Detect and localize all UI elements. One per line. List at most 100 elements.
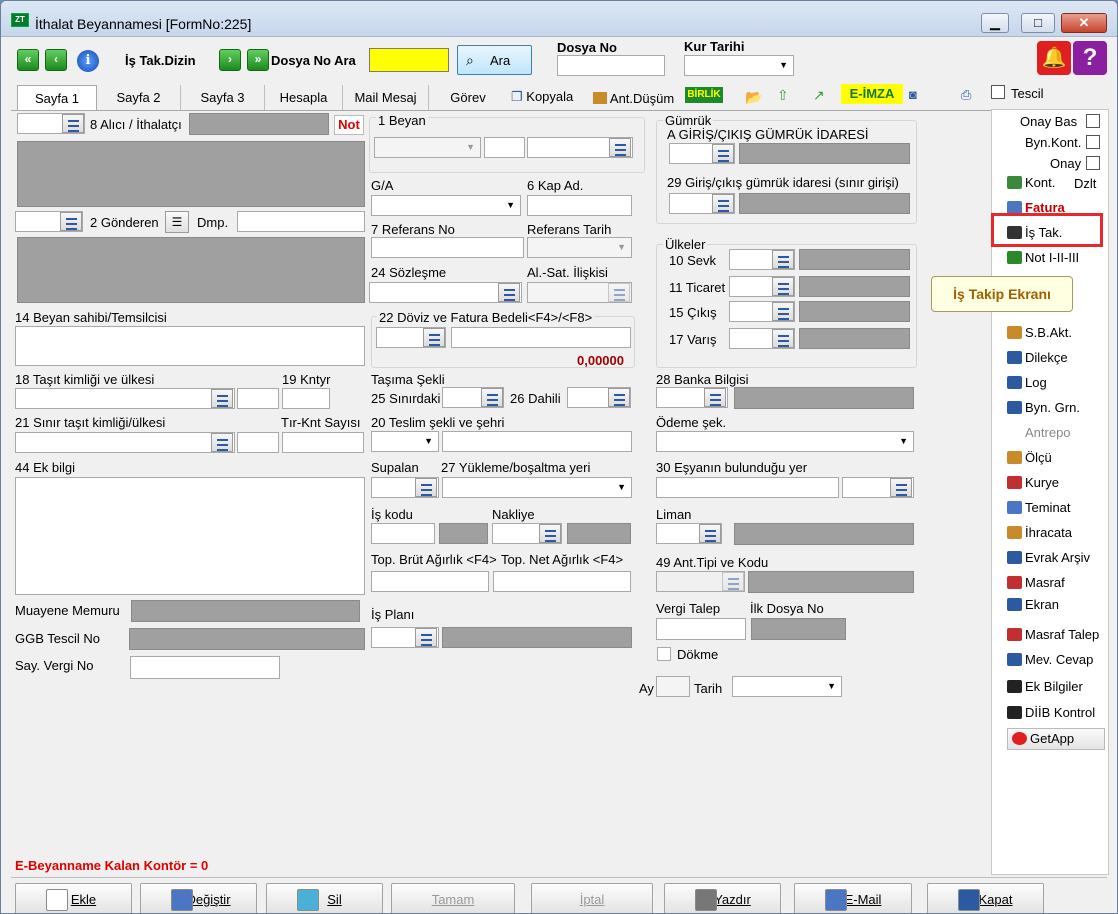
list-icon[interactable]: ☰	[165, 211, 189, 233]
ara-button[interactable]: ⌕ Ara	[457, 45, 532, 75]
close-button[interactable]: ✕	[1061, 13, 1107, 33]
bottom-button-2[interactable]: Sil	[266, 883, 383, 913]
beyan-picker-icon[interactable]	[609, 138, 631, 157]
maximize-button[interactable]: □	[1021, 13, 1055, 33]
sevk-picker-icon[interactable]	[772, 250, 794, 269]
prev-record-icon[interactable]: ‹	[45, 49, 67, 71]
sidebar-item-17[interactable]: Ek Bilgiler	[1007, 677, 1083, 697]
onay-bas-checkbox[interactable]	[1086, 114, 1100, 128]
bottom-button-7[interactable]: Kapat	[927, 883, 1044, 913]
upload-icon[interactable]: ⇧	[777, 87, 789, 104]
doviz-picker-icon[interactable]	[423, 328, 445, 347]
kopyala-button[interactable]: ❐ Kopyala	[511, 89, 573, 105]
kap-field[interactable]	[527, 195, 632, 216]
dmp-field[interactable]	[237, 211, 365, 232]
odeme-select[interactable]	[656, 431, 914, 452]
alici-picker-icon[interactable]	[62, 114, 84, 133]
sidebar-item-10[interactable]: Teminat	[1007, 498, 1071, 518]
is-kodu-field[interactable]	[371, 523, 435, 544]
vergi-talep-field[interactable]	[656, 618, 746, 640]
document-search-icon[interactable]: ⎙	[961, 87, 971, 103]
dokme-checkbox[interactable]	[657, 647, 671, 661]
birlik-button[interactable]: BİRLİK	[685, 87, 723, 103]
esya-yer-picker-icon[interactable]	[890, 478, 912, 497]
dosya-no-field[interactable]	[557, 55, 665, 76]
sinir-girisi-picker-icon[interactable]	[712, 194, 734, 213]
tescil-checkbox[interactable]	[991, 85, 1005, 99]
sozlesme-picker-icon[interactable]	[498, 283, 520, 302]
is-plani-picker-icon[interactable]	[415, 628, 437, 647]
dahili-picker-icon[interactable]	[608, 388, 630, 407]
teslim-city-field[interactable]	[442, 431, 632, 452]
folder-open-icon[interactable]: 📂	[745, 89, 762, 106]
sidebar-item-13[interactable]: Masraf	[1007, 573, 1065, 593]
e-imza-button[interactable]: E-İMZA	[841, 84, 903, 104]
sidebar-item-18[interactable]: DİİB Kontrol	[1007, 703, 1095, 723]
ga-select[interactable]	[371, 195, 521, 216]
tab-hesapla[interactable]: Hesapla	[265, 85, 343, 110]
sinirdaki-picker-icon[interactable]	[481, 388, 503, 407]
kntyr-field[interactable]	[282, 388, 330, 409]
byn-kont-checkbox[interactable]	[1086, 135, 1100, 149]
brut-field[interactable]	[371, 571, 489, 592]
sinir-tasit-field[interactable]	[15, 432, 235, 453]
tarih-select[interactable]	[732, 676, 842, 697]
sidebar-item-16[interactable]: Mev. Cevap	[1007, 650, 1093, 670]
ay-field[interactable]	[656, 676, 690, 697]
yukleme-select[interactable]	[442, 477, 632, 498]
liman-picker-icon[interactable]	[699, 524, 721, 543]
ticaret-picker-icon[interactable]	[772, 277, 794, 296]
kur-tarihi-select[interactable]	[684, 55, 794, 76]
not-button[interactable]: Not	[334, 115, 364, 135]
bottom-button-5[interactable]: Yazdır	[664, 883, 781, 913]
bottom-button-6[interactable]: E-Mail	[794, 883, 912, 913]
sidebar-item-2[interactable]: Not I-II-III	[1007, 248, 1079, 268]
info-icon[interactable]: i	[77, 50, 99, 72]
minimize-button[interactable]: ▁	[981, 13, 1009, 33]
varis-picker-icon[interactable]	[772, 329, 794, 348]
supalan-picker-icon[interactable]	[415, 478, 437, 497]
sidebar-item-dzlt[interactable]: Dzlt	[1074, 176, 1096, 191]
tab-sayfa-2[interactable]: Sayfa 2	[97, 85, 181, 110]
sidebar-item-15[interactable]: Masraf Talep	[1007, 625, 1099, 645]
sidebar-item-12[interactable]: Evrak Arşiv	[1007, 548, 1090, 568]
doviz-amount-field[interactable]	[451, 327, 631, 348]
sidebar-item-11[interactable]: İhracata	[1007, 523, 1072, 543]
referans-no-field[interactable]	[371, 237, 524, 258]
gonderen-picker-icon[interactable]	[60, 212, 82, 231]
nakliye-picker-icon[interactable]	[539, 524, 561, 543]
onay-checkbox[interactable]	[1086, 156, 1100, 170]
dosya-no-ara-input[interactable]	[369, 48, 449, 72]
forward-icon[interactable]: ↗	[813, 87, 825, 104]
bottom-button-3[interactable]: Tamam	[391, 883, 515, 913]
tasit-field[interactable]	[15, 388, 235, 409]
sinir-tasit-picker-icon[interactable]	[211, 433, 233, 452]
sidebar-item-kont[interactable]: Kont.	[1007, 173, 1055, 193]
last-record-icon[interactable]: »	[247, 49, 269, 71]
tasit-picker-icon[interactable]	[211, 389, 233, 408]
sidebar-item-6[interactable]: Byn. Grn.	[1007, 398, 1080, 418]
tir-knt-field[interactable]	[282, 432, 364, 453]
referans-tarih-select[interactable]	[527, 237, 632, 258]
bottom-button-1[interactable]: Değiştir	[140, 883, 257, 913]
beyan-sahibi-field[interactable]	[15, 326, 365, 366]
tasit-country-field[interactable]	[237, 388, 279, 409]
banka-picker-icon[interactable]	[704, 388, 726, 407]
ant-tipi-picker-icon[interactable]	[722, 572, 744, 591]
sinir-tasit-country-field[interactable]	[237, 432, 279, 453]
sidebar-item-4[interactable]: Dilekçe	[1007, 348, 1068, 368]
next-record-icon[interactable]: ›	[219, 49, 241, 71]
beyan-code-field[interactable]	[484, 137, 525, 158]
is-tak-dizin-label[interactable]: İş Tak.Dizin	[125, 53, 196, 68]
sidebar-item-5[interactable]: Log	[1007, 373, 1047, 393]
alsat-picker-icon[interactable]	[608, 283, 630, 302]
database-icon[interactable]: ◙	[909, 87, 917, 102]
first-record-icon[interactable]: «	[17, 49, 39, 71]
beyan-type-select[interactable]	[374, 137, 481, 158]
giris-cikis-picker-icon[interactable]	[712, 144, 734, 163]
esya-yer-field[interactable]	[656, 477, 839, 498]
tab-mail-mesaj[interactable]: Mail Mesaj	[343, 85, 429, 110]
help-icon[interactable]: ?	[1073, 41, 1107, 75]
ek-bilgi-field[interactable]	[15, 477, 365, 595]
ant-dusum-button[interactable]: Ant.Düşüm	[593, 91, 674, 106]
